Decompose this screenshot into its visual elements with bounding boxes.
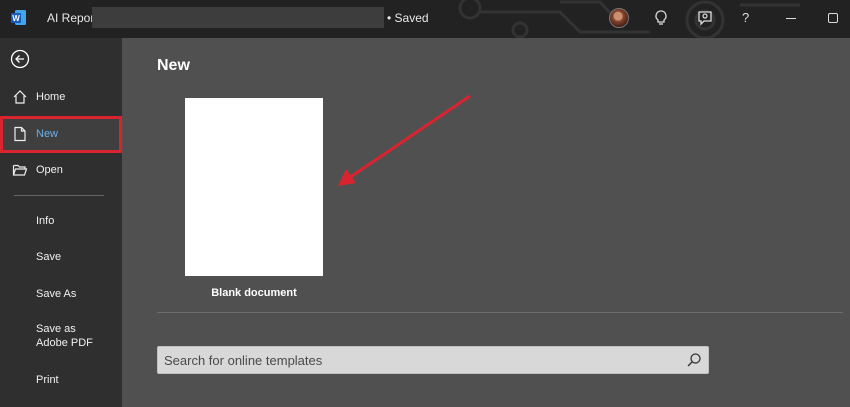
sidebar-item-label: Home bbox=[36, 91, 66, 103]
svg-text:W: W bbox=[12, 14, 20, 23]
open-folder-icon bbox=[12, 164, 28, 176]
sidebar-item-open[interactable]: Open bbox=[0, 154, 122, 188]
page-title: New bbox=[157, 57, 190, 74]
minimize-icon[interactable] bbox=[786, 18, 796, 19]
backstage-sidebar: Home New Open Info Save Save As Save as … bbox=[0, 38, 122, 407]
new-document-pane: New Blank document bbox=[122, 38, 850, 407]
search-input[interactable] bbox=[158, 347, 678, 373]
redacted-region bbox=[92, 7, 384, 28]
sidebar-item-print[interactable]: Print bbox=[36, 373, 59, 387]
template-search-box[interactable] bbox=[157, 346, 709, 374]
sidebar-item-info[interactable]: Info bbox=[36, 214, 54, 228]
maximize-icon[interactable] bbox=[828, 13, 838, 23]
title-bar: W AI Report • Saved ? bbox=[0, 0, 850, 38]
save-status: • Saved bbox=[387, 11, 429, 25]
help-icon[interactable]: ? bbox=[742, 10, 749, 25]
coauthor-comment-icon[interactable] bbox=[695, 8, 715, 28]
avatar[interactable] bbox=[609, 8, 629, 28]
back-arrow-icon[interactable] bbox=[10, 49, 30, 69]
sidebar-item-label: New bbox=[36, 128, 59, 140]
sidebar-item-save-as[interactable]: Save As bbox=[36, 287, 76, 301]
sidebar-item-label: Open bbox=[36, 164, 63, 176]
home-icon bbox=[13, 90, 27, 104]
template-label[interactable]: Blank document bbox=[185, 287, 323, 299]
new-document-icon bbox=[14, 126, 26, 142]
search-icon[interactable] bbox=[686, 352, 702, 368]
sidebar-item-home[interactable]: Home bbox=[0, 81, 122, 115]
section-divider bbox=[157, 312, 843, 313]
sidebar-item-new[interactable]: New bbox=[0, 116, 122, 153]
sidebar-item-save-as-adobe-pdf[interactable]: Save as Adobe PDF bbox=[36, 322, 93, 350]
sidebar-item-save[interactable]: Save bbox=[36, 250, 61, 264]
annotation-arrow bbox=[338, 94, 471, 186]
blank-document-template[interactable] bbox=[185, 98, 323, 276]
document-title: AI Report bbox=[47, 11, 98, 25]
sidebar-divider bbox=[14, 195, 104, 196]
lightbulb-icon[interactable] bbox=[651, 8, 671, 28]
word-logo: W bbox=[11, 10, 26, 25]
